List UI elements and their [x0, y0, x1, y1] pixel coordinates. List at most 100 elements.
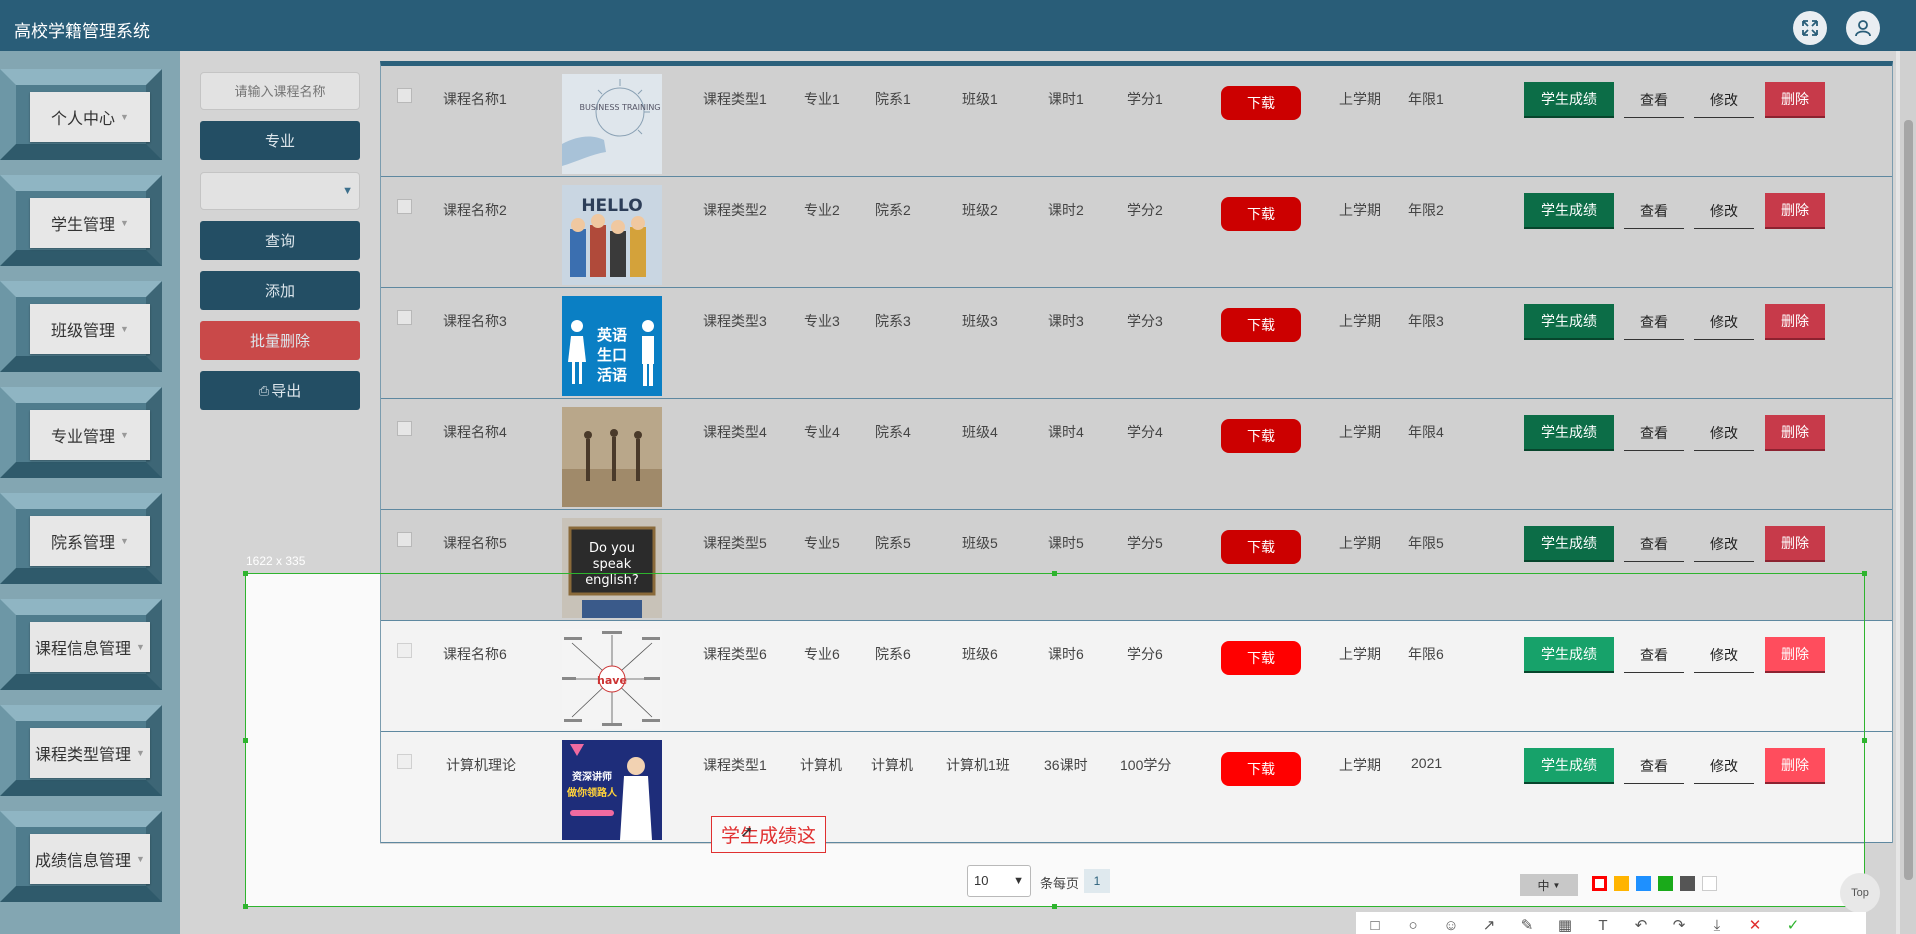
row-checkbox[interactable] [397, 199, 412, 214]
emoji-tool-icon[interactable]: ☺ [1432, 917, 1470, 934]
back-to-top-button[interactable]: Top [1840, 873, 1880, 913]
student-scores-button[interactable]: 学生成绩 [1524, 415, 1614, 451]
resize-handle[interactable] [1862, 738, 1867, 743]
resize-handle[interactable] [243, 571, 248, 576]
download-icon[interactable]: ⤓ [1698, 917, 1736, 934]
class: 班级5 [962, 535, 998, 551]
course-image: BUSINESS TRAINING [562, 74, 662, 174]
text-tool-icon[interactable]: T [1584, 917, 1622, 934]
student-scores-button[interactable]: 学生成绩 [1524, 82, 1614, 118]
major-filter-button[interactable]: 专业 [200, 121, 360, 160]
hours: 课时4 [1048, 424, 1084, 440]
class: 班级4 [962, 424, 998, 440]
app-title: 高校学籍管理系统 [14, 22, 150, 41]
resize-handle[interactable] [243, 738, 248, 743]
delete-button[interactable]: 删除 [1765, 193, 1825, 229]
hours: 课时5 [1048, 535, 1084, 551]
color-swatch-blue[interactable] [1636, 876, 1651, 891]
arrow-tool-icon[interactable]: ↗ [1470, 916, 1508, 934]
confirm-icon[interactable]: ✓ [1774, 916, 1812, 934]
resize-handle[interactable] [1052, 571, 1057, 576]
export-label: 导出 [271, 383, 302, 400]
row-checkbox[interactable] [397, 88, 412, 103]
edit-button[interactable]: 修改 [1694, 304, 1754, 340]
row-checkbox[interactable] [397, 310, 412, 325]
edit-button[interactable]: 修改 [1694, 193, 1754, 229]
years: 年限5 [1408, 535, 1444, 551]
ellipse-tool-icon[interactable]: ○ [1394, 917, 1432, 934]
close-icon[interactable]: ✕ [1736, 916, 1774, 934]
delete-button[interactable]: 删除 [1765, 415, 1825, 451]
view-button[interactable]: 查看 [1624, 526, 1684, 562]
download-button[interactable]: 下载 [1221, 86, 1301, 120]
course-name-search-input[interactable] [200, 72, 360, 110]
edit-button[interactable]: 修改 [1694, 82, 1754, 118]
major: 专业5 [804, 535, 840, 551]
image-caption: speak [593, 557, 632, 572]
student-scores-button[interactable]: 学生成绩 [1524, 193, 1614, 229]
delete-button[interactable]: 删除 [1765, 304, 1825, 340]
user-menu-button[interactable] [1846, 11, 1880, 45]
rectangle-tool-icon[interactable]: □ [1356, 917, 1394, 934]
course-image: HELLO [562, 185, 662, 285]
download-button[interactable]: 下载 [1221, 419, 1301, 453]
add-button[interactable]: 添加 [200, 271, 360, 310]
term: 上学期 [1339, 535, 1381, 551]
color-swatch-green[interactable] [1658, 876, 1673, 891]
edit-button[interactable]: 修改 [1694, 415, 1754, 451]
caret-down-icon: ▼ [120, 218, 129, 228]
resize-handle[interactable] [1052, 904, 1057, 909]
sidebar-item-grades[interactable]: 成绩信息管理 ▼ [0, 804, 180, 902]
undo-icon[interactable]: ↶ [1622, 916, 1660, 934]
row-checkbox[interactable] [397, 421, 412, 436]
resize-handle[interactable] [243, 904, 248, 909]
capture-selection-box[interactable] [245, 573, 1865, 907]
sidebar-item-label: 个人中心 [51, 111, 116, 128]
sidebar-item-departments[interactable]: 院系管理 ▼ [0, 486, 180, 584]
sidebar-item-students[interactable]: 学生管理 ▼ [0, 168, 180, 266]
view-button[interactable]: 查看 [1624, 304, 1684, 340]
fullscreen-button[interactable] [1793, 11, 1827, 45]
color-swatch-gray[interactable] [1680, 876, 1695, 891]
sidebar-item-course-types[interactable]: 课程类型管理 ▼ [0, 698, 180, 796]
annotation-text-box[interactable]: 学生成绩这 [711, 816, 826, 853]
major-select[interactable]: ▼ [200, 172, 360, 210]
sidebar-item-label: 课程类型管理 [35, 747, 132, 764]
mosaic-tool-icon[interactable]: ▦ [1546, 916, 1584, 934]
font-size-picker[interactable]: 中 ▼ [1520, 874, 1578, 896]
student-scores-button[interactable]: 学生成绩 [1524, 304, 1614, 340]
department: 院系1 [875, 91, 911, 107]
scrollbar-thumb[interactable] [1904, 120, 1913, 880]
delete-button[interactable]: 删除 [1765, 82, 1825, 118]
delete-button[interactable]: 删除 [1765, 526, 1825, 562]
sidebar-item-majors[interactable]: 专业管理 ▼ [0, 380, 180, 478]
download-button[interactable]: 下载 [1221, 530, 1301, 564]
row-checkbox[interactable] [397, 532, 412, 547]
pen-tool-icon[interactable]: ✎ [1508, 916, 1546, 934]
sidebar-item-course-info[interactable]: 课程信息管理 ▼ [0, 592, 180, 690]
top-bar: 高校学籍管理系统 [0, 0, 1916, 51]
resize-handle[interactable] [1862, 571, 1867, 576]
capture-toolbar: □ ○ ☺ ↗ ✎ ▦ T ↶ ↷ ⤓ ✕ ✓ [1356, 912, 1866, 934]
sidebar-item-classes[interactable]: 班级管理 ▼ [0, 274, 180, 372]
batch-delete-button[interactable]: 批量删除 [200, 321, 360, 360]
edit-button[interactable]: 修改 [1694, 526, 1754, 562]
redo-icon[interactable]: ↷ [1660, 916, 1698, 934]
view-button[interactable]: 查看 [1624, 82, 1684, 118]
export-icon: ⎙ [258, 382, 270, 398]
query-button[interactable]: 查询 [200, 221, 360, 260]
color-swatch-yellow[interactable] [1614, 876, 1629, 891]
sidebar-item-personal-center[interactable]: 个人中心 ▼ [0, 62, 180, 160]
course-type: 课程类型4 [703, 424, 767, 440]
department: 院系5 [875, 535, 911, 551]
export-button[interactable]: ⎙ 导出 [200, 371, 360, 410]
color-swatch-red[interactable] [1592, 876, 1607, 891]
view-button[interactable]: 查看 [1624, 193, 1684, 229]
credit: 学分3 [1127, 313, 1163, 329]
view-button[interactable]: 查看 [1624, 415, 1684, 451]
years: 年限2 [1408, 202, 1444, 218]
download-button[interactable]: 下载 [1221, 308, 1301, 342]
student-scores-button[interactable]: 学生成绩 [1524, 526, 1614, 562]
download-button[interactable]: 下载 [1221, 197, 1301, 231]
color-swatch-white[interactable] [1702, 876, 1717, 891]
